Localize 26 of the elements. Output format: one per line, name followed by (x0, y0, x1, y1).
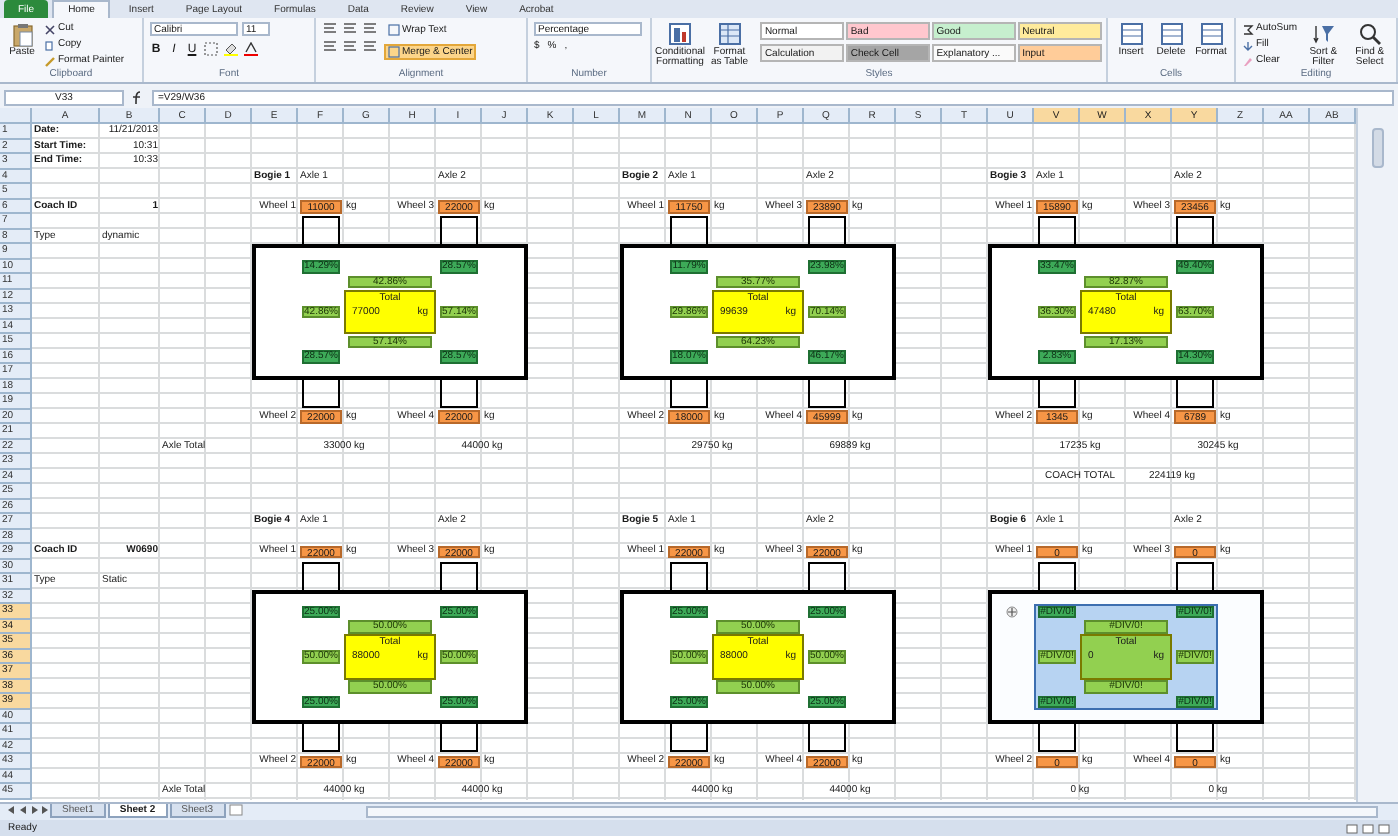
merge-icon (388, 46, 400, 58)
horizontal-scrollbar[interactable] (365, 806, 1378, 818)
align-icon[interactable] (322, 22, 338, 36)
brush-icon (44, 55, 56, 67)
normal-view-icon[interactable] (1346, 823, 1358, 833)
align-icon[interactable] (362, 22, 378, 36)
wrap-icon (388, 24, 400, 36)
scissors-icon (44, 23, 56, 35)
align-icon[interactable] (342, 40, 358, 54)
eraser-icon (1242, 55, 1254, 67)
borders-icon[interactable] (204, 42, 218, 56)
page-layout-icon[interactable] (1362, 823, 1374, 833)
sheet-navigation-icon[interactable] (4, 804, 48, 816)
align-icon[interactable] (362, 40, 378, 54)
scrollbar-thumb[interactable] (1372, 128, 1384, 168)
move-handle-icon (1005, 605, 1017, 618)
new-sheet-icon[interactable] (227, 804, 244, 818)
down-arrow-icon (1242, 39, 1254, 51)
fill-color-icon[interactable] (224, 42, 238, 56)
function-icon (130, 89, 146, 105)
align-icon[interactable] (342, 22, 358, 36)
align-icon[interactable] (322, 40, 338, 54)
font-color-icon[interactable] (244, 42, 258, 56)
page-break-icon[interactable] (1378, 823, 1390, 833)
sum-icon (1242, 23, 1254, 35)
copy-icon (44, 39, 56, 51)
